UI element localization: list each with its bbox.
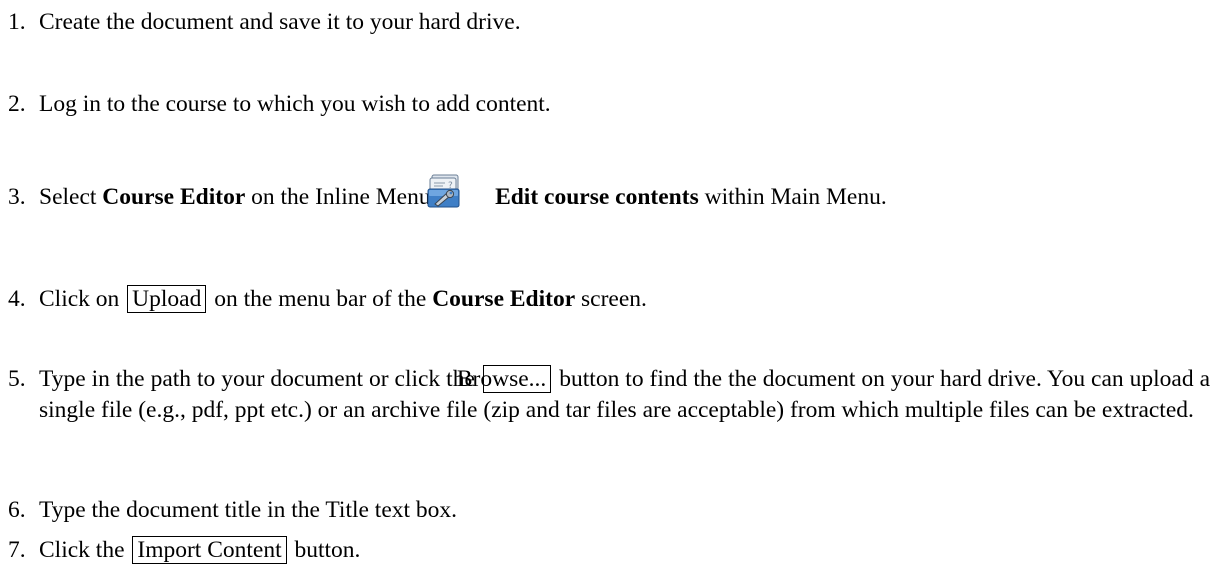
- edit-course-contents-term: Edit course contents: [495, 184, 699, 210]
- step-6: 6. Type the document title in the Title t…: [8, 495, 1210, 526]
- step-text-suffix: screen.: [581, 286, 647, 312]
- step-2: 2. Log in to the course to which you wish…: [8, 89, 1210, 120]
- step-text-prefix: Type in the path to your document or cli…: [39, 366, 475, 392]
- step-text-middle: on the menu bar of the: [214, 286, 427, 312]
- step-number: 2.: [8, 91, 26, 117]
- import-content-button: Import Content: [132, 536, 287, 564]
- step-text-suffix: within Main Menu.: [704, 184, 887, 210]
- step-text-suffix: button.: [294, 537, 361, 563]
- instructions-document: 1. Create the document and save it to you…: [0, 0, 1230, 569]
- step-1: 1. Create the document and save it to you…: [8, 7, 1210, 38]
- step-number: 4.: [8, 286, 26, 312]
- upload-button: Upload: [127, 285, 207, 313]
- step-text: Type the document title in the Title tex…: [39, 497, 458, 523]
- step-number: 1.: [8, 9, 26, 35]
- step-5: 5. Type in the path to your document or c…: [8, 364, 1210, 426]
- step-text: Create the document and save it to your …: [39, 9, 521, 35]
- step-text-middle: on the Inline Menu or: [251, 184, 457, 210]
- step-text-prefix: Click the: [39, 537, 125, 563]
- step-text: Log in to the course to which you wish t…: [39, 91, 551, 117]
- step-number: 3.: [8, 184, 26, 210]
- step-text-prefix: Select: [39, 184, 97, 210]
- step-number: 6.: [8, 497, 26, 523]
- step-7: 7. Click the Import Content button.: [8, 535, 1210, 566]
- course-editor-term: Course Editor: [102, 184, 246, 210]
- browse-button: Browse...: [457, 365, 552, 393]
- edit-course-contents-icon: ?: [427, 174, 492, 208]
- step-4: 4. Click on Upload on the menu bar of the…: [8, 284, 1210, 315]
- step-text-prefix: Click on: [39, 286, 120, 312]
- course-editor-term: Course Editor: [432, 286, 576, 312]
- step-number: 5.: [8, 366, 26, 392]
- step-number: 7.: [8, 537, 26, 563]
- step-3: 3. Select Course Editor on the Inline Men…: [8, 174, 1210, 213]
